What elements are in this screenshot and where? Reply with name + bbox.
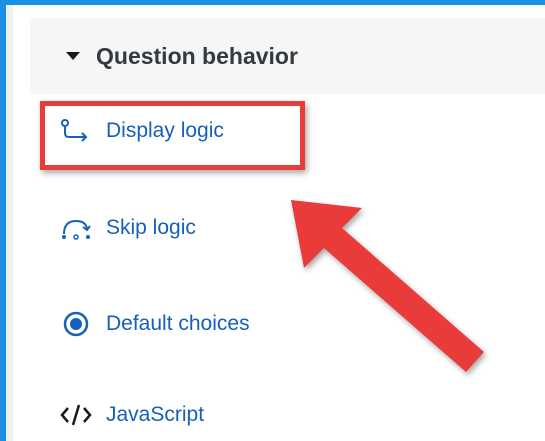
annotation-arrow <box>291 200 484 372</box>
